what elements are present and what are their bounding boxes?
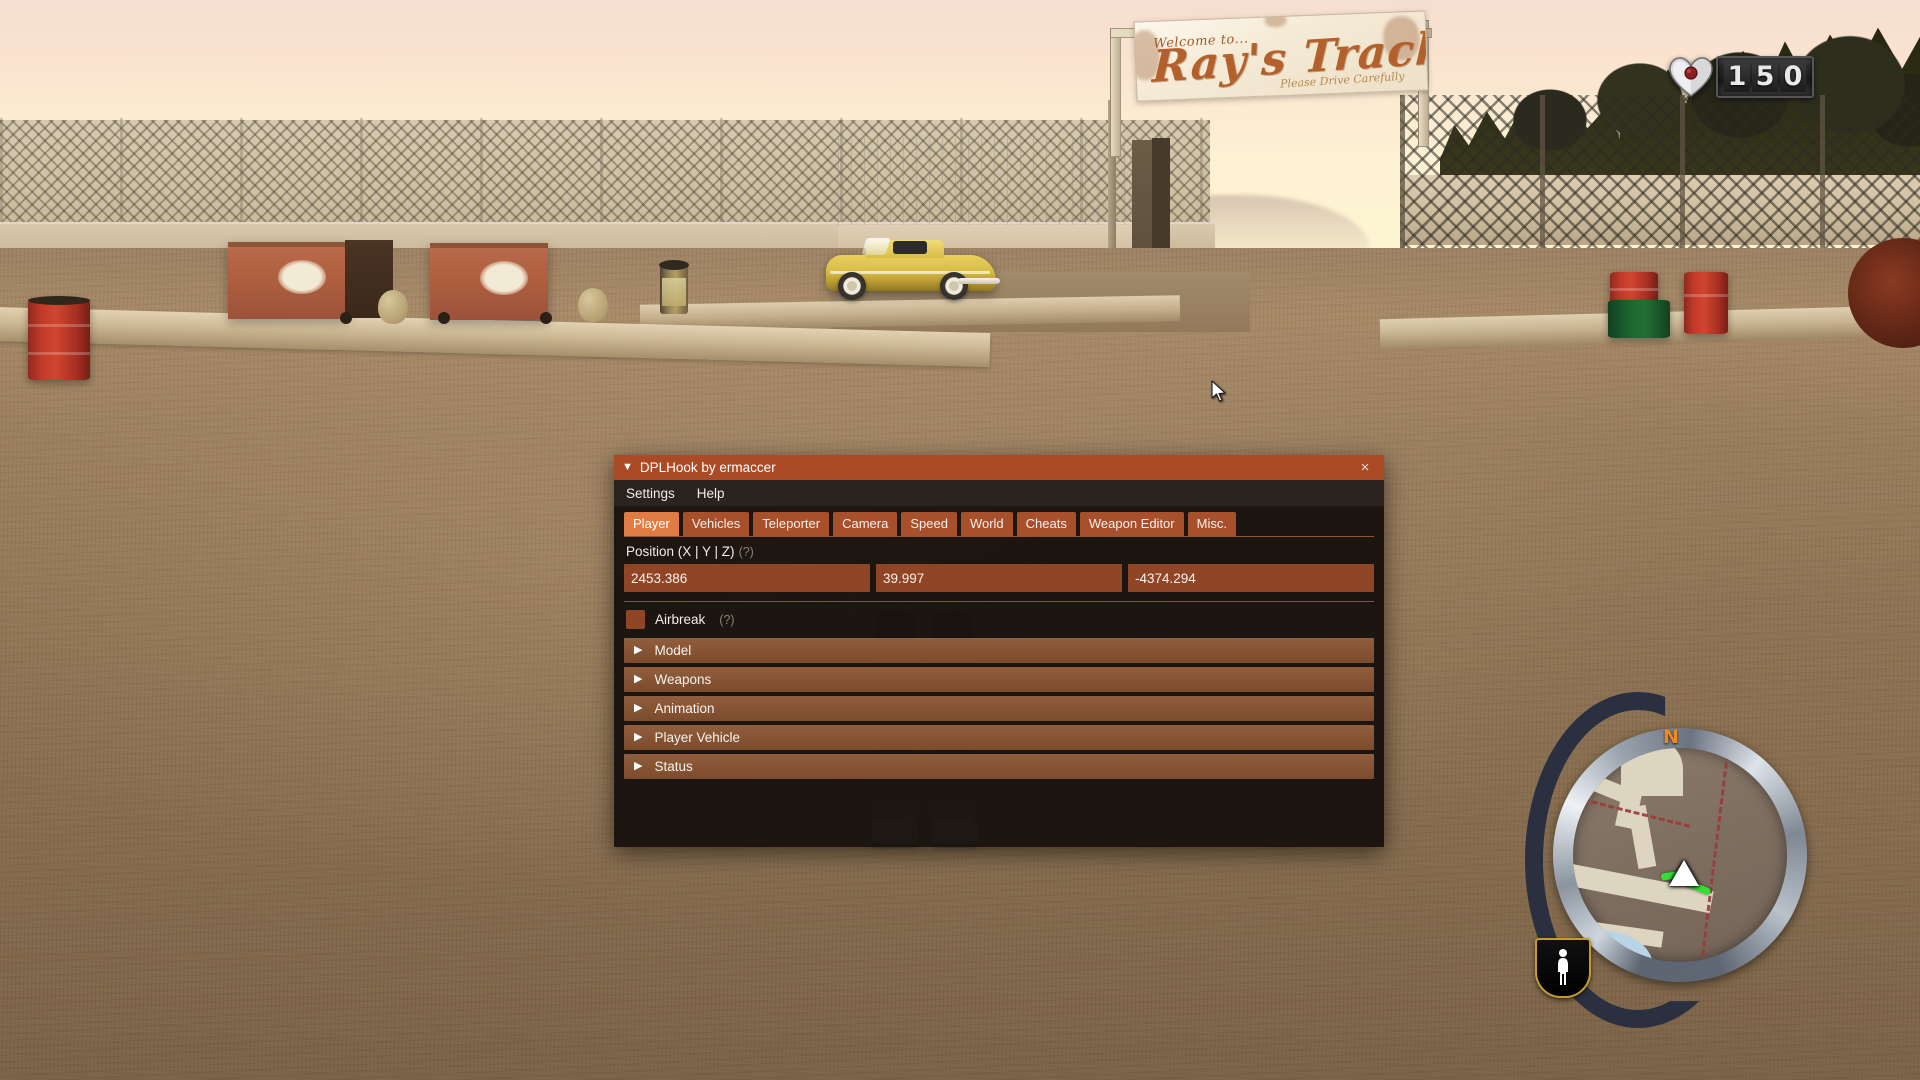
chevron-right-icon: ▶ <box>634 731 643 743</box>
tab-player[interactable]: Player <box>624 512 679 536</box>
dplhook-window[interactable]: ▼ DPLHook by ermaccer × Settings Help Pl… <box>614 455 1384 847</box>
dumpster <box>430 243 548 320</box>
car-wheel <box>940 272 968 300</box>
barrel-band <box>28 324 90 327</box>
map-route-line <box>1698 748 1731 962</box>
position-inputs[interactable] <box>624 564 1374 592</box>
chevron-right-icon: ▶ <box>634 644 643 656</box>
health-digit: 5 <box>1752 62 1778 92</box>
position-z-input[interactable] <box>1128 564 1374 592</box>
airbreak-help-icon[interactable]: (?) <box>719 613 734 627</box>
trash-can-label <box>662 278 686 306</box>
window-titlebar[interactable]: ▼ DPLHook by ermaccer × <box>614 455 1384 480</box>
section-label: Player Vehicle <box>654 730 741 745</box>
car-wheel <box>838 272 866 300</box>
green-barrel <box>1608 300 1670 338</box>
dumpster-wheel <box>540 312 552 324</box>
heart-icon <box>1668 56 1714 98</box>
section-player-vehicle[interactable]: ▶ Player Vehicle <box>624 725 1374 750</box>
trash-can-lid <box>659 260 689 270</box>
section-label: Status <box>654 759 693 774</box>
health-counter: 1 5 0 <box>1716 56 1814 98</box>
pedestrian-icon <box>1535 938 1591 998</box>
section-status[interactable]: ▶ Status <box>624 754 1374 779</box>
health-digit: 0 <box>1780 62 1806 92</box>
barrel-band <box>1684 294 1728 297</box>
red-barrel <box>28 296 90 380</box>
section-label: Animation <box>654 701 715 716</box>
section-label: Weapons <box>654 672 712 687</box>
tab-weapon-editor[interactable]: Weapon Editor <box>1079 512 1184 536</box>
tab-misc[interactable]: Misc. <box>1187 512 1236 536</box>
tab-camera[interactable]: Camera <box>833 512 898 536</box>
section-animation[interactable]: ▶ Animation <box>624 696 1374 721</box>
screen: Welcome to... Ray's Track Please Drive C… <box>0 0 1920 1080</box>
divider <box>624 601 1374 602</box>
trash-can <box>659 260 689 314</box>
barrel-top <box>28 296 90 305</box>
airbreak-label: Airbreak <box>655 612 706 627</box>
chevron-right-icon: ▶ <box>634 702 643 714</box>
dumpster-wheel <box>340 312 352 324</box>
minimap-disc <box>1573 748 1787 962</box>
car-bumper <box>958 278 1000 284</box>
position-y-input[interactable] <box>876 564 1122 592</box>
car-windshield <box>861 238 891 255</box>
tab-teleporter[interactable]: Teleporter <box>753 512 830 536</box>
car-seats <box>893 241 927 254</box>
tab-bar[interactable]: Player Vehicles Teleporter Camera Speed … <box>624 512 1374 537</box>
position-label-row: Position (X | Y | Z) (?) <box>626 544 1374 559</box>
section-model[interactable]: ▶ Model <box>624 638 1374 663</box>
player-arrow-icon <box>1669 860 1699 886</box>
barrel-band <box>28 352 90 355</box>
airbreak-row[interactable]: Airbreak (?) <box>624 610 1374 629</box>
position-x-input[interactable] <box>624 564 870 592</box>
sign-post-left <box>1110 30 1121 157</box>
section-weapons[interactable]: ▶ Weapons <box>624 667 1374 692</box>
mouse-cursor <box>1211 380 1227 404</box>
airbreak-checkbox[interactable] <box>626 610 645 629</box>
collapse-triangle-icon[interactable]: ▼ <box>622 462 633 473</box>
rock-prop <box>578 288 608 322</box>
health-digit: 1 <box>1724 62 1750 92</box>
compass-north-label: N <box>1663 726 1679 748</box>
panel-empty-space <box>624 783 1374 837</box>
menu-item-help[interactable]: Help <box>695 484 727 503</box>
chevron-right-icon: ▶ <box>634 760 643 772</box>
dumpster <box>228 242 348 319</box>
health-hud: 1 5 0 <box>1668 56 1814 98</box>
rays-track-sign: Welcome to... Ray's Track Please Drive C… <box>1133 10 1429 102</box>
dumpster-wheel <box>438 312 450 324</box>
tab-cheats[interactable]: Cheats <box>1016 512 1076 536</box>
tab-vehicles[interactable]: Vehicles <box>682 512 750 536</box>
menu-bar[interactable]: Settings Help <box>614 480 1384 506</box>
position-help-icon[interactable]: (?) <box>739 545 754 559</box>
rock-prop <box>378 290 408 324</box>
position-label: Position (X | Y | Z) <box>626 544 735 559</box>
menu-item-settings[interactable]: Settings <box>624 484 677 503</box>
barrel-band <box>1610 288 1658 291</box>
red-barrel <box>1684 272 1728 334</box>
chevron-right-icon: ▶ <box>634 673 643 685</box>
tab-world[interactable]: World <box>960 512 1013 536</box>
window-body: Player Vehicles Teleporter Camera Speed … <box>614 506 1384 847</box>
minimap-hud: N <box>1515 690 1845 1028</box>
tab-speed[interactable]: Speed <box>901 512 957 536</box>
section-label: Model <box>654 643 692 658</box>
close-icon[interactable]: × <box>1354 460 1376 475</box>
window-title: DPLHook by ermaccer <box>639 460 776 475</box>
